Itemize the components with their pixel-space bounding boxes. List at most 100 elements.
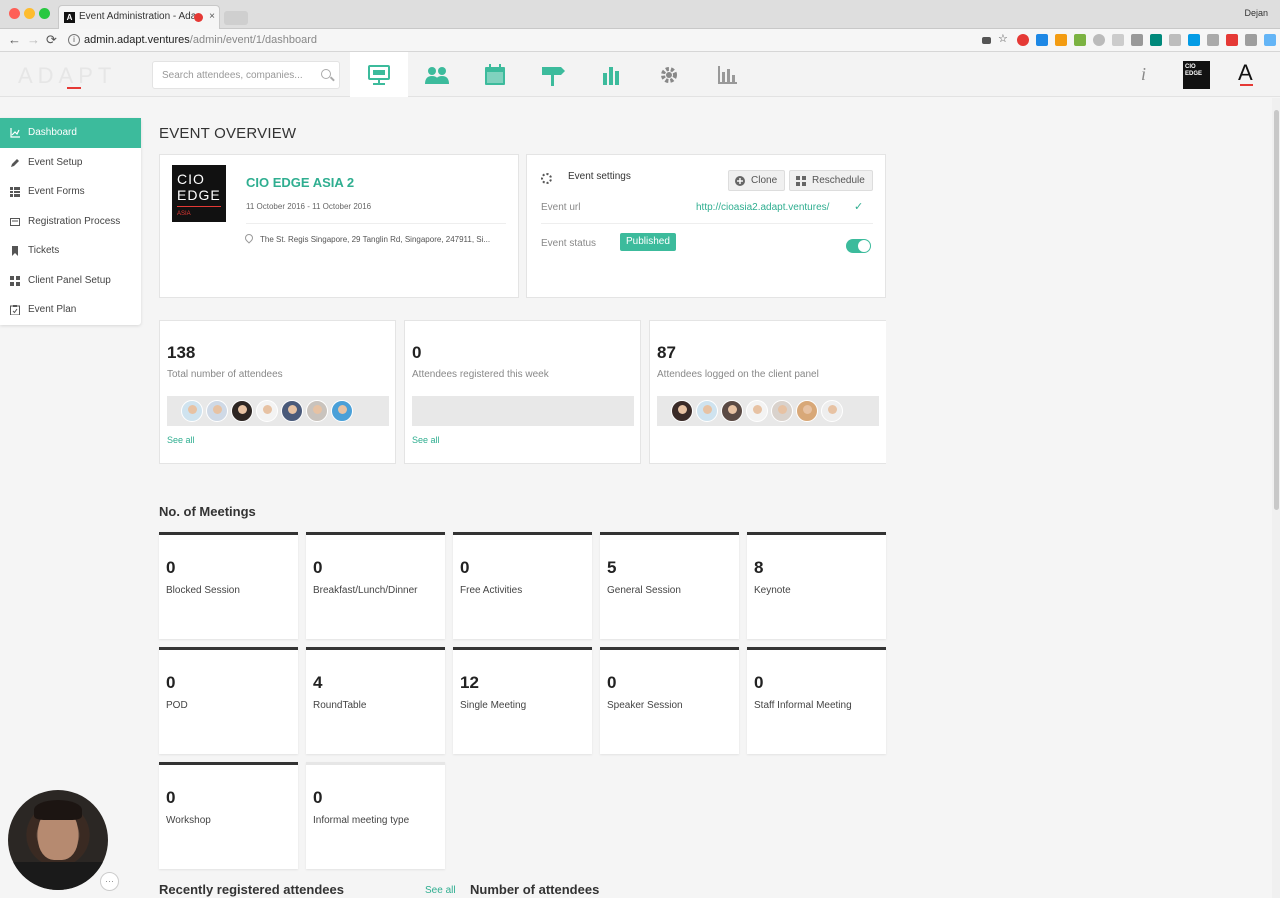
global-search[interactable]	[152, 61, 340, 89]
extension-pdf-icon[interactable]	[1226, 34, 1238, 46]
minimize-window-button[interactable]	[24, 8, 35, 19]
camera-icon[interactable]	[982, 37, 991, 44]
extension-cloud-icon[interactable]	[1093, 34, 1105, 46]
nav-presentation[interactable]	[350, 52, 408, 97]
extension-bookmark-icon[interactable]	[1131, 34, 1143, 46]
extension-grey-icon[interactable]	[1169, 34, 1181, 46]
nav-signpost[interactable]	[524, 52, 582, 97]
sidebar-item-event-plan[interactable]: Event Plan	[0, 295, 141, 325]
url-host: admin.adapt.ventures	[84, 34, 190, 46]
stat-value: 0	[412, 343, 422, 362]
avatar[interactable]	[696, 400, 718, 422]
extension-teal-icon[interactable]	[1150, 34, 1162, 46]
clone-button[interactable]: Clone	[728, 170, 785, 191]
bar-chart-icon	[603, 66, 619, 85]
avatar[interactable]	[796, 400, 818, 422]
avatar[interactable]	[771, 400, 793, 422]
account-avatar[interactable]: A	[1238, 60, 1253, 86]
meeting-tile[interactable]: 0 Speaker Session	[600, 647, 739, 754]
event-url-label: Event url	[541, 202, 581, 213]
webcam-overlay[interactable]	[8, 790, 108, 890]
meeting-count: 0	[754, 673, 764, 692]
sidebar-item-client-panel-setup[interactable]: Client Panel Setup	[0, 266, 141, 296]
adapt-logo[interactable]: ADAPT	[18, 63, 116, 89]
event-url-link[interactable]: http://cioasia2.adapt.ventures/	[696, 202, 829, 213]
nav-calendar[interactable]	[466, 52, 524, 97]
sidebar-item-registration-process[interactable]: Registration Process	[0, 207, 141, 237]
meeting-tile[interactable]: 0 Free Activities	[453, 532, 592, 639]
event-dates: 11 October 2016 - 11 October 2016	[246, 202, 372, 211]
avatar[interactable]	[231, 400, 253, 422]
meeting-tile[interactable]: 0 POD	[159, 647, 298, 754]
browser-user-name[interactable]: Dejan	[1244, 8, 1268, 18]
browser-tab[interactable]: A Event Administration - Ada ×	[58, 5, 220, 29]
avatar[interactable]	[821, 400, 843, 422]
forward-button[interactable]: →	[27, 32, 40, 48]
url-field[interactable]: i admin.adapt.ventures/admin/event/1/das…	[64, 32, 1014, 49]
sidebar-item-event-forms[interactable]: Event Forms	[0, 177, 141, 207]
extension-green-icon[interactable]	[1074, 34, 1086, 46]
nav-people[interactable]	[408, 52, 466, 97]
more-options-icon[interactable]: ···	[100, 872, 119, 891]
meeting-tile[interactable]: 0 Breakfast/Lunch/Dinner	[306, 532, 445, 639]
sidebar-item-tickets[interactable]: Tickets	[0, 236, 141, 266]
clone-label: Clone	[751, 175, 778, 186]
event-name[interactable]: CIO EDGE ASIA 2	[246, 175, 354, 190]
meeting-tile[interactable]: 5 General Session	[600, 532, 739, 639]
stat-value: 87	[657, 343, 676, 362]
sidebar-item-dashboard[interactable]: Dashboard	[0, 118, 141, 148]
bookmark-star-icon[interactable]: ☆	[998, 34, 1010, 46]
scrollbar-thumb[interactable]	[1274, 110, 1279, 510]
extension-window-icon[interactable]	[1264, 34, 1276, 46]
meeting-tile[interactable]: 0 Staff Informal Meeting	[747, 647, 886, 754]
search-input[interactable]	[153, 62, 313, 88]
avatar[interactable]	[671, 400, 693, 422]
avatar-strip	[657, 396, 879, 426]
info-icon[interactable]: i	[1141, 64, 1146, 85]
meeting-tile[interactable]: 0 Blocked Session	[159, 532, 298, 639]
see-all-link[interactable]: See all	[167, 435, 195, 445]
avatar[interactable]	[331, 400, 353, 422]
meeting-tile[interactable]: 0 Informal meeting type	[306, 762, 445, 869]
extension-mail-icon[interactable]	[1245, 34, 1257, 46]
extension-trello-icon[interactable]	[1036, 34, 1048, 46]
tab-close-icon[interactable]: ×	[209, 6, 215, 28]
avatar[interactable]	[746, 400, 768, 422]
meeting-tile[interactable]: 4 RoundTable	[306, 647, 445, 754]
adapt-favicon-icon: A	[64, 12, 75, 23]
nav-bar-chart[interactable]	[582, 52, 640, 97]
search-icon[interactable]	[321, 69, 331, 79]
meeting-tile[interactable]: 0 Workshop	[159, 762, 298, 869]
meeting-tile[interactable]: 12 Single Meeting	[453, 647, 592, 754]
extension-blue-icon[interactable]	[1188, 34, 1200, 46]
event-thumbnail[interactable]: CIO EDGE	[1183, 61, 1210, 89]
avatar[interactable]	[256, 400, 278, 422]
avatar[interactable]	[721, 400, 743, 422]
stat-total-attendees: 138 Total number of attendees See all	[159, 320, 396, 464]
recent-see-all-link[interactable]: See all	[425, 885, 456, 896]
reload-button[interactable]: ⟳	[46, 32, 57, 48]
avatar[interactable]	[206, 400, 228, 422]
see-all-link[interactable]: See all	[412, 435, 440, 445]
extension-orange-icon[interactable]	[1055, 34, 1067, 46]
status-toggle[interactable]	[846, 239, 871, 253]
avatar[interactable]	[306, 400, 328, 422]
extension-red-icon[interactable]	[1017, 34, 1029, 46]
nav-analytics[interactable]	[698, 52, 756, 97]
avatar[interactable]	[181, 400, 203, 422]
maximize-window-button[interactable]	[39, 8, 50, 19]
extension-doc-icon[interactable]	[1112, 34, 1124, 46]
event-logo-line2: EDGE	[177, 187, 221, 203]
back-button[interactable]: ←	[8, 32, 21, 48]
stat-value: 138	[167, 343, 196, 362]
close-window-button[interactable]	[9, 8, 20, 19]
site-info-icon[interactable]: i	[68, 34, 80, 46]
gear-icon	[661, 66, 677, 83]
avatar[interactable]	[281, 400, 303, 422]
new-tab-button[interactable]	[224, 11, 248, 25]
extension-grid-icon[interactable]	[1207, 34, 1219, 46]
nav-settings[interactable]	[640, 52, 698, 97]
reschedule-button[interactable]: Reschedule	[789, 170, 873, 191]
sidebar-item-event-setup[interactable]: Event Setup	[0, 148, 141, 178]
meeting-tile[interactable]: 8 Keynote	[747, 532, 886, 639]
